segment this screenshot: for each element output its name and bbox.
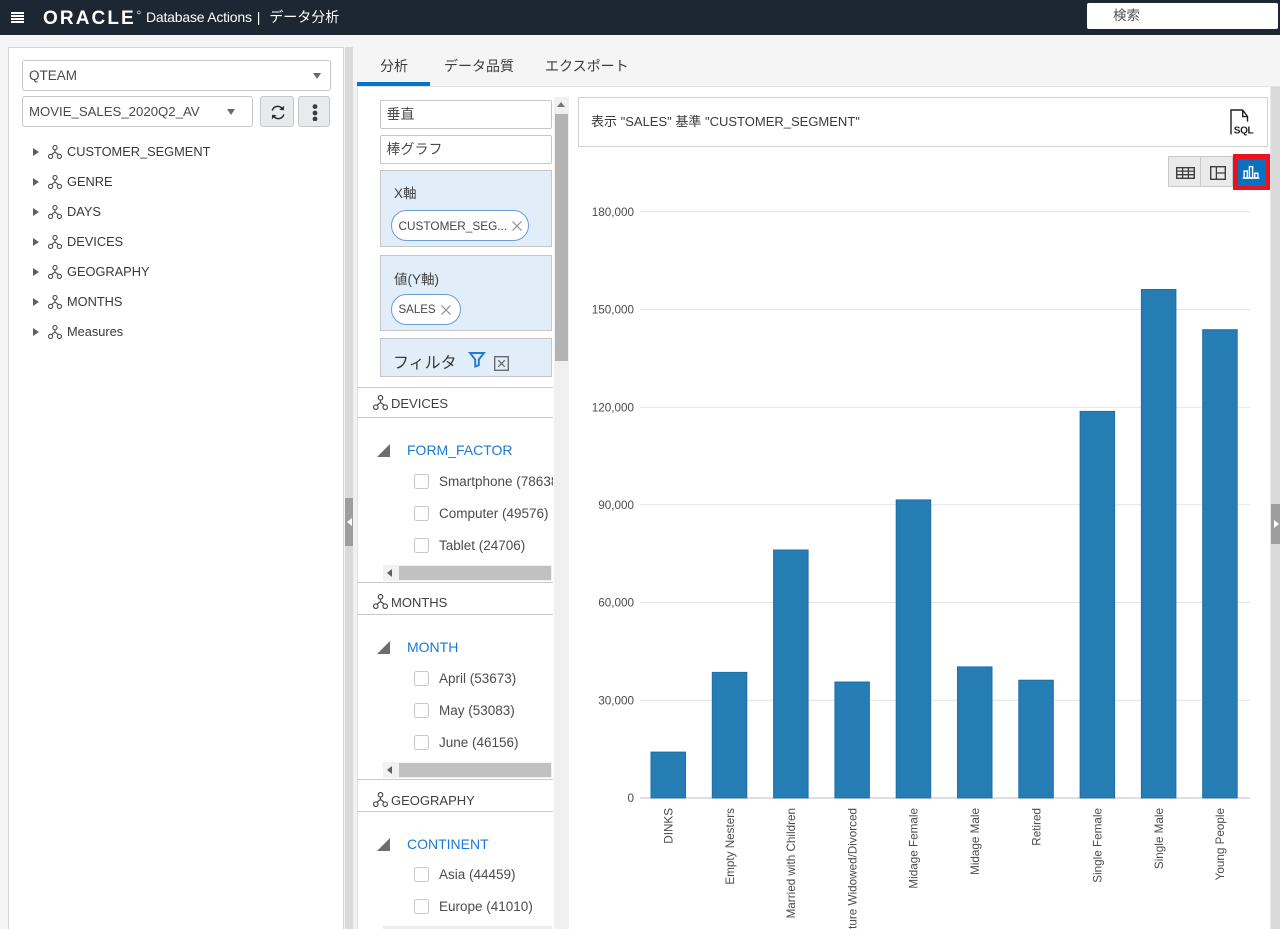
svg-text:Midage Male: Midage Male [969,808,982,875]
svg-text:Married with Children: Married with Children [785,808,798,918]
svg-text:120,000: 120,000 [592,401,635,414]
svg-text:SQL: SQL [1234,126,1254,136]
svg-text:Empty Nesters: Empty Nesters [724,808,737,885]
svg-text:Single Male: Single Male [1153,808,1166,869]
svg-text:Retired: Retired [1030,808,1043,846]
svg-text:180,000: 180,000 [592,206,635,219]
svg-text:30,000: 30,000 [598,694,634,707]
svg-text:Single Female: Single Female [1092,808,1105,883]
svg-text:150,000: 150,000 [592,304,635,317]
svg-text:Mature Widowed/Divorced: Mature Widowed/Divorced [846,808,859,929]
svg-text:ORACLE: ORACLE [43,10,136,28]
svg-text:Midage Female: Midage Female [908,808,921,889]
svg-text:60,000: 60,000 [598,597,634,610]
svg-text:DINKS: DINKS [663,808,676,844]
svg-text:90,000: 90,000 [598,499,634,512]
svg-text:Young People: Young People [1214,808,1227,880]
svg-text:0: 0 [627,792,634,805]
